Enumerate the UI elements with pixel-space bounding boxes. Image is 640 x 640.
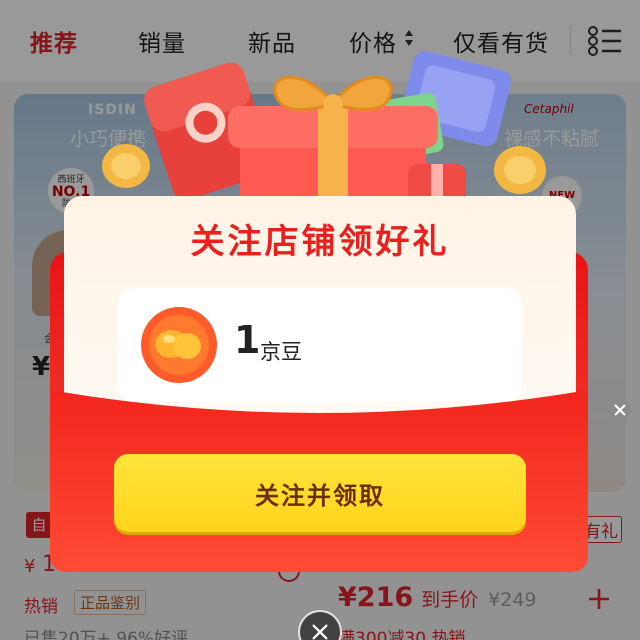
reward-amount: 1 [234,318,261,362]
product-list-screen: 推荐 销量 新品 价格 仅看有货 ISDIN 小巧便携 西班牙 NO.1 防晒 … [0,0,640,640]
jd-bean-icon [141,307,217,383]
close-popup-button[interactable] [298,610,342,640]
follow-and-claim-button[interactable]: 关注并领取 [114,454,526,532]
dismiss-icon[interactable] [608,398,632,422]
follow-store-popup: 关注店铺领好礼 1 京豆 关注并领取 [0,0,640,640]
popup-title: 关注店铺领好礼 [190,222,450,262]
reward-box: 1 京豆 [118,288,522,402]
close-icon [312,624,328,640]
reward-unit: 京豆 [260,340,302,364]
